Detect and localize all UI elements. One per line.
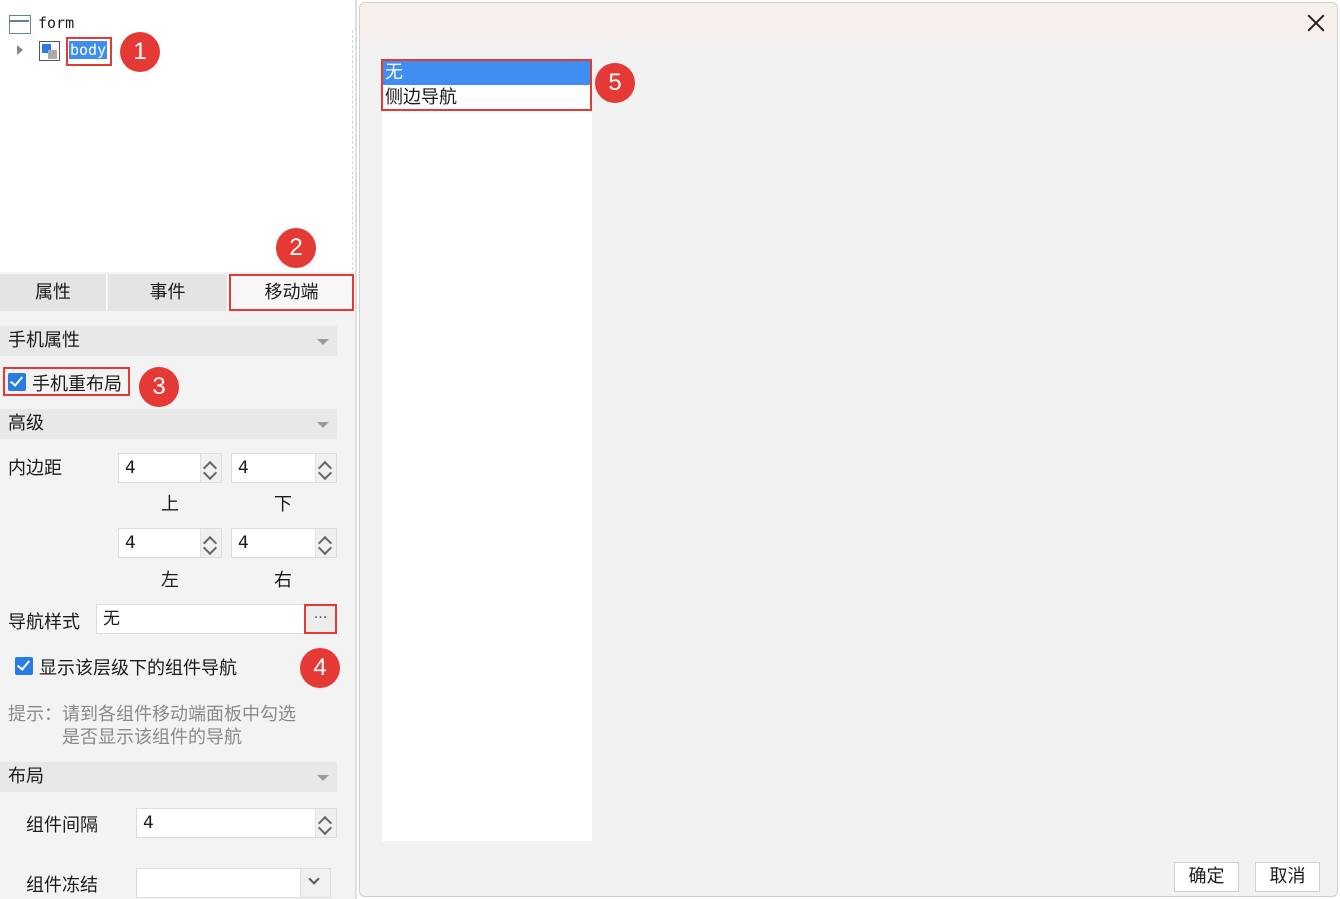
padding-right-label: 右 bbox=[274, 570, 292, 591]
collapse-arrow-icon[interactable] bbox=[317, 422, 329, 428]
nav-style-value: 无 bbox=[103, 609, 120, 629]
tab-events[interactable]: 事件 bbox=[108, 274, 228, 311]
ellipsis-icon: ··· bbox=[313, 610, 328, 626]
chevron-down-icon[interactable] bbox=[300, 869, 330, 897]
component-gap-label: 组件间隔 bbox=[26, 815, 98, 836]
hint-line-1: 提示：请到各组件移动端面板中勾选 bbox=[8, 704, 296, 725]
nav-style-field: 无 bbox=[96, 604, 306, 634]
phone-relayout-checkbox[interactable] bbox=[8, 373, 26, 391]
callout-badge-4: 4 bbox=[300, 648, 340, 688]
component-gap-value: 4 bbox=[143, 813, 154, 833]
splitter-grip bbox=[352, 30, 355, 270]
dialog-titlebar bbox=[360, 3, 1337, 41]
highlight-options bbox=[381, 59, 592, 111]
padding-right-value: 4 bbox=[238, 533, 249, 553]
callout-badge-5: 5 bbox=[595, 63, 635, 103]
component-gap-stepper[interactable]: 4 bbox=[136, 808, 337, 838]
nav-style-dialog: 无 侧边导航 5 确定 取消 bbox=[359, 2, 1338, 897]
callout-badge-1: 1 bbox=[120, 32, 160, 72]
padding-right-stepper[interactable]: 4 bbox=[231, 528, 337, 558]
padding-top-stepper[interactable]: 4 bbox=[118, 453, 222, 483]
callout-badge-2: 2 bbox=[276, 228, 316, 268]
section-title: 布局 bbox=[8, 766, 44, 787]
padding-label: 内边距 bbox=[8, 458, 62, 479]
padding-top-value: 4 bbox=[125, 458, 136, 478]
tab-mobile[interactable]: 移动端 bbox=[229, 274, 354, 311]
section-title: 高级 bbox=[8, 413, 44, 434]
callout-badge-3: 3 bbox=[139, 367, 179, 407]
section-advanced[interactable]: 高级 bbox=[0, 409, 337, 439]
collapse-arrow-icon[interactable] bbox=[317, 339, 329, 345]
hint-line-2: 是否显示该组件的导航 bbox=[62, 727, 242, 748]
nav-style-label: 导航样式 bbox=[8, 612, 80, 633]
tree-node-body[interactable]: body bbox=[69, 41, 108, 59]
collapse-arrow-icon[interactable] bbox=[317, 775, 329, 781]
section-title: 手机属性 bbox=[8, 330, 80, 351]
cancel-button[interactable]: 取消 bbox=[1255, 862, 1320, 892]
section-phone-properties[interactable]: 手机属性 bbox=[0, 326, 337, 356]
close-icon[interactable] bbox=[1305, 12, 1327, 34]
nav-style-browse-button[interactable]: ··· bbox=[304, 604, 337, 634]
stepper-buttons[interactable] bbox=[200, 454, 221, 482]
component-freeze-select[interactable] bbox=[136, 868, 331, 898]
hint-text: 提示：请到各组件移动端面板中勾选 是否显示该组件的导航 bbox=[8, 703, 338, 749]
phone-relayout-label: 手机重布局 bbox=[32, 374, 122, 395]
padding-bottom-label: 下 bbox=[274, 494, 292, 515]
stepper-buttons[interactable] bbox=[200, 529, 221, 557]
tab-properties[interactable]: 属性 bbox=[0, 274, 107, 311]
padding-bottom-stepper[interactable]: 4 bbox=[231, 453, 337, 483]
properties-panel: form body 1 2 属性 事件 移动端 手机属性 手机重布局 3 高级 … bbox=[0, 0, 356, 899]
panel-divider[interactable] bbox=[355, 0, 357, 899]
stepper-buttons[interactable] bbox=[315, 809, 336, 837]
padding-left-label: 左 bbox=[161, 570, 179, 591]
tree-node-form[interactable]: form bbox=[38, 14, 74, 32]
ok-button[interactable]: 确定 bbox=[1174, 862, 1239, 892]
padding-bottom-value: 4 bbox=[238, 458, 249, 478]
show-nav-checkbox[interactable] bbox=[15, 657, 33, 675]
show-nav-label: 显示该层级下的组件导航 bbox=[39, 658, 237, 679]
nav-style-list[interactable]: 无 侧边导航 bbox=[382, 59, 592, 841]
body-icon bbox=[39, 41, 60, 61]
padding-top-label: 上 bbox=[161, 494, 179, 515]
component-freeze-label: 组件冻结 bbox=[26, 875, 98, 896]
section-layout[interactable]: 布局 bbox=[0, 762, 337, 792]
expand-arrow-icon[interactable] bbox=[17, 45, 23, 55]
stepper-buttons[interactable] bbox=[315, 454, 336, 482]
form-icon bbox=[9, 15, 31, 34]
padding-left-value: 4 bbox=[125, 533, 136, 553]
padding-left-stepper[interactable]: 4 bbox=[118, 528, 222, 558]
stepper-buttons[interactable] bbox=[315, 529, 336, 557]
